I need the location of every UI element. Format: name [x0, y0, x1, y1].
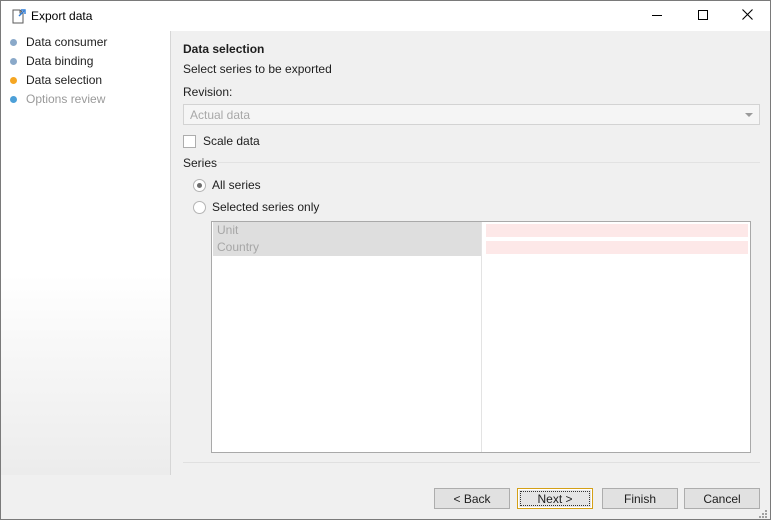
cancel-button[interactable]: Cancel	[684, 488, 760, 509]
close-button[interactable]	[724, 1, 770, 31]
step-status-dot	[10, 76, 17, 84]
finish-button[interactable]: Finish	[602, 488, 678, 509]
maximize-button[interactable]	[680, 1, 726, 31]
step-label: Data selection	[26, 73, 103, 87]
dimension-value-cell[interactable]	[486, 224, 748, 237]
selected-series-radio[interactable]	[193, 200, 206, 214]
scale-data-option[interactable]: Scale data	[183, 134, 260, 148]
series-group-divider	[218, 162, 760, 163]
maximize-icon	[698, 9, 708, 23]
page-title: Data selection	[183, 42, 265, 56]
chevron-down-icon	[745, 113, 753, 117]
step-status-dot	[10, 95, 17, 103]
window-title: Export data	[31, 9, 93, 23]
step-data-consumer[interactable]: Data consumer	[10, 34, 107, 50]
grid-column-divider	[481, 222, 482, 452]
revision-dropdown[interactable]: Actual data	[183, 104, 760, 125]
all-series-option[interactable]: All series	[193, 178, 261, 192]
next-button[interactable]: Next >	[517, 488, 593, 509]
scale-data-checkbox[interactable]	[183, 134, 196, 148]
export-data-dialog: Export data Data consumer Data binding D…	[0, 0, 771, 520]
panel-divider	[183, 462, 760, 463]
dimension-name-cell: Country	[213, 239, 481, 256]
series-group-label: Series	[183, 156, 218, 170]
resize-grip-icon[interactable]	[758, 507, 767, 518]
wizard-footer: < Back Next > Finish Cancel	[1, 475, 770, 519]
step-label: Data consumer	[26, 35, 108, 49]
step-label: Options review	[26, 92, 106, 106]
back-button[interactable]: < Back	[434, 488, 510, 509]
page-subtitle: Select series to be exported	[183, 62, 332, 76]
wizard-steps-sidebar: Data consumer Data binding Data selectio…	[1, 31, 171, 475]
step-data-binding[interactable]: Data binding	[10, 53, 93, 69]
selected-series-label: Selected series only	[212, 200, 320, 214]
table-row[interactable]: Country	[212, 239, 750, 256]
all-series-label: All series	[212, 178, 261, 192]
minimize-icon	[652, 9, 662, 23]
main-panel: Data selection Select series to be expor…	[172, 31, 770, 475]
export-doc-icon	[11, 7, 27, 24]
minimize-button[interactable]	[634, 1, 680, 31]
step-label: Data binding	[26, 54, 94, 68]
scale-data-label: Scale data	[203, 134, 260, 148]
selected-series-option[interactable]: Selected series only	[193, 200, 319, 214]
series-selection-grid[interactable]: Unit Country	[211, 221, 751, 453]
step-status-dot	[10, 57, 17, 65]
title-bar: Export data	[1, 1, 770, 31]
revision-label: Revision:	[183, 85, 233, 99]
step-data-selection[interactable]: Data selection	[10, 72, 102, 88]
revision-value: Actual data	[190, 108, 251, 122]
close-icon	[741, 9, 753, 23]
table-row[interactable]: Unit	[212, 222, 750, 239]
all-series-radio[interactable]	[193, 178, 206, 192]
dimension-name-cell: Unit	[213, 222, 481, 239]
step-options-review[interactable]: Options review	[10, 91, 105, 107]
dimension-value-cell[interactable]	[486, 241, 748, 254]
step-status-dot	[10, 38, 17, 46]
